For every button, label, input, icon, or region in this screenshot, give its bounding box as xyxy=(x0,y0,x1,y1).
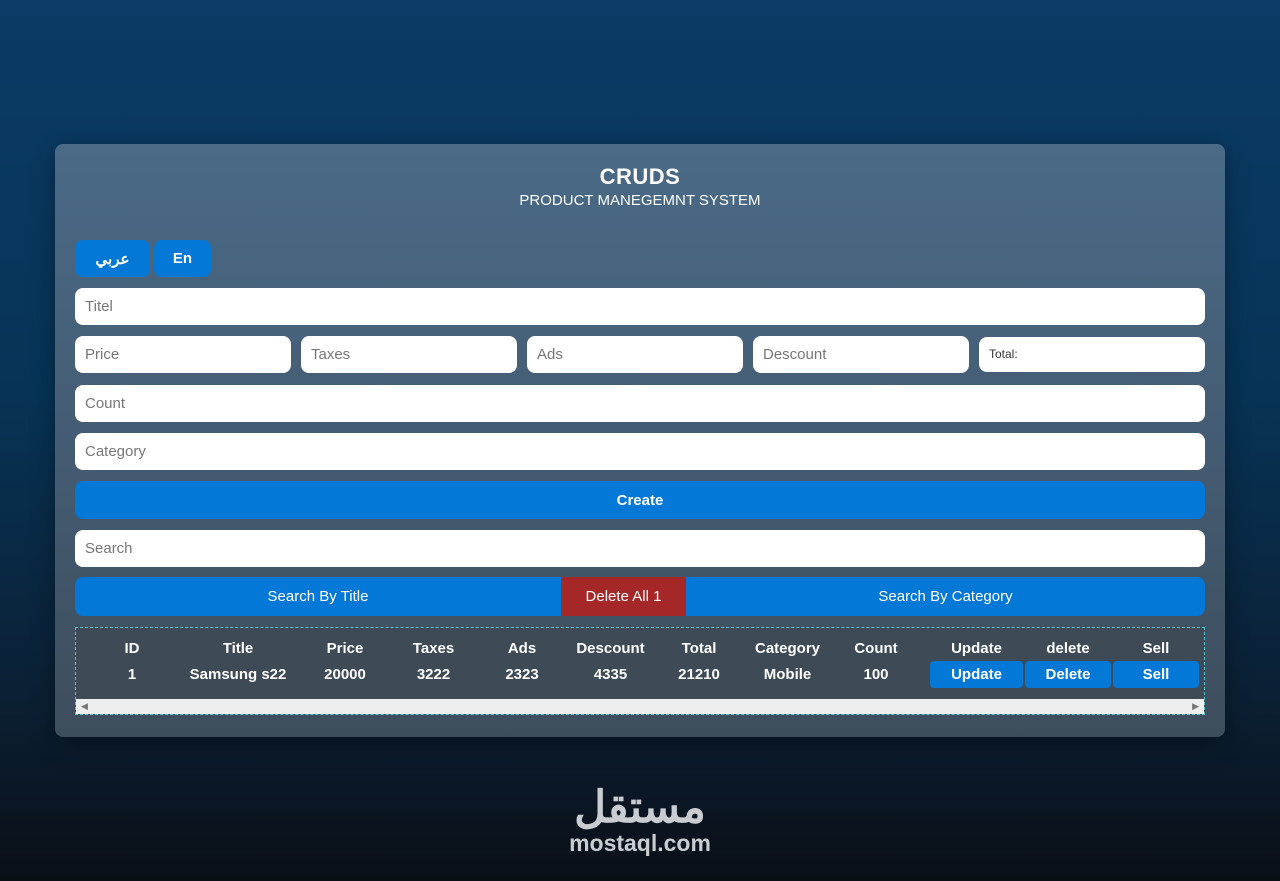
header-sell: Sell xyxy=(1142,640,1170,657)
products-table-container: ID Title Price Taxes Ads Descount Total … xyxy=(75,627,1205,715)
header-delete: delete xyxy=(1046,640,1090,657)
cell-total: 21210 xyxy=(678,666,720,683)
app-header: CRUDS PRODUCT MANEGEMNT SYSTEM xyxy=(55,164,1225,209)
header-id: ID xyxy=(124,640,140,657)
search-button-row: Search By Title Delete All 1 Search By C… xyxy=(75,577,1205,616)
create-button[interactable]: Create xyxy=(75,481,1205,519)
table-header-row: ID Title Price Taxes Ads Descount Total … xyxy=(80,636,1200,661)
horizontal-scrollbar[interactable]: ◀ ▶ xyxy=(76,699,1204,714)
delete-button[interactable]: Delete xyxy=(1025,661,1111,688)
app-subtitle: PRODUCT MANEGEMNT SYSTEM xyxy=(519,192,761,209)
mostaql-logo: مستقل mostaql.com xyxy=(540,782,740,857)
discount-input[interactable] xyxy=(753,336,969,373)
price-input[interactable] xyxy=(75,336,291,373)
update-button[interactable]: Update xyxy=(930,661,1023,688)
header-title: Title xyxy=(222,640,254,657)
header-count: Count xyxy=(854,640,898,657)
delete-all-button[interactable]: Delete All 1 xyxy=(561,577,686,616)
total-display: Total: xyxy=(979,337,1205,372)
scroll-right-arrow-icon[interactable]: ▶ xyxy=(1192,699,1199,714)
arabic-language-button[interactable]: عربي xyxy=(75,240,150,277)
header-update: Update xyxy=(951,640,1002,657)
count-input[interactable] xyxy=(75,385,1205,422)
sell-button[interactable]: Sell xyxy=(1113,661,1199,688)
logo-arabic-text: مستقل xyxy=(574,783,706,832)
header-ads: Ads xyxy=(507,640,537,657)
cell-sell: Sell xyxy=(1112,661,1200,688)
app-title: CRUDS xyxy=(599,164,681,189)
cell-price: 20000 xyxy=(324,666,366,683)
header-taxes: Taxes xyxy=(412,640,455,657)
title-input[interactable] xyxy=(75,288,1205,325)
cell-id: 1 xyxy=(127,666,137,683)
search-by-category-button[interactable]: Search By Category xyxy=(686,577,1205,616)
app-card: CRUDS PRODUCT MANEGEMNT SYSTEM عربي En T… xyxy=(55,144,1225,737)
cell-category: Mobile xyxy=(763,666,812,683)
header-price: Price xyxy=(326,640,364,657)
scroll-left-arrow-icon[interactable]: ◀ xyxy=(81,699,88,714)
logo-latin-text: mostaql.com xyxy=(569,830,711,856)
table-row: 1 Samsung s22 20000 3222 2323 4335 21210… xyxy=(80,661,1200,688)
header-discount: Descount xyxy=(576,640,645,657)
search-input[interactable] xyxy=(75,530,1205,567)
cell-taxes: 3222 xyxy=(416,666,451,683)
cell-update: Update xyxy=(929,661,1024,688)
cell-discount: 4335 xyxy=(593,666,628,683)
header-total: Total xyxy=(681,640,717,657)
cell-title: Samsung s22 xyxy=(189,666,287,683)
english-language-button[interactable]: En xyxy=(154,240,211,277)
cell-delete: Delete xyxy=(1024,661,1112,688)
products-table: ID Title Price Taxes Ads Descount Total … xyxy=(80,636,1200,688)
taxes-input[interactable] xyxy=(301,336,517,373)
search-by-title-button[interactable]: Search By Title xyxy=(75,577,561,616)
header-category: Category xyxy=(754,640,821,657)
category-input[interactable] xyxy=(75,433,1205,470)
ads-input[interactable] xyxy=(527,336,743,373)
cell-ads: 2323 xyxy=(505,666,539,683)
cell-count: 100 xyxy=(863,666,889,683)
